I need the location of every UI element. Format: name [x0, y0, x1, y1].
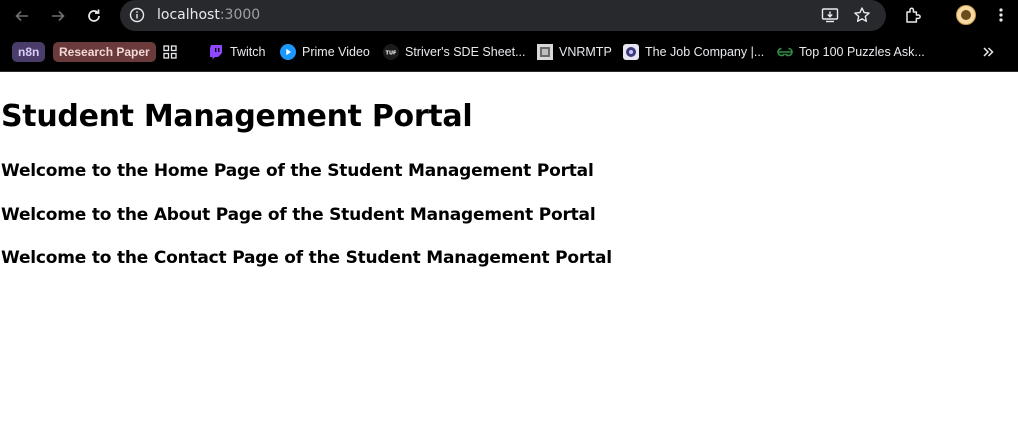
profile-avatar[interactable]	[956, 5, 976, 25]
menu-kebab-icon[interactable]	[990, 4, 1012, 26]
bookmark-label: n8n	[12, 42, 46, 62]
bookmark-apps[interactable]	[162, 41, 184, 63]
bookmark-research-paper[interactable]: Research Paper	[53, 41, 156, 63]
arrow-right-icon	[52, 10, 65, 22]
extensions-icon[interactable]	[902, 4, 924, 26]
page-content: Student Management Portal Welcome to the…	[0, 73, 1018, 421]
bookmark-job-company[interactable]: The Job Company |...	[623, 41, 764, 63]
about-welcome-heading: Welcome to the About Page of the Student…	[1, 205, 596, 225]
svg-text:TUF: TUF	[386, 51, 397, 57]
page-title: Student Management Portal	[1, 99, 473, 134]
prime-video-icon	[280, 44, 296, 60]
bookmark-label: Top 100 Puzzles Ask...	[799, 45, 925, 59]
site-info-icon[interactable]	[129, 7, 145, 23]
job-company-icon	[623, 44, 639, 60]
more-bookmarks-chevron-icon[interactable]	[979, 43, 997, 61]
bookmark-vnrmtp[interactable]: VNRMTP	[537, 41, 612, 63]
home-welcome-heading: Welcome to the Home Page of the Student …	[1, 161, 594, 181]
arrow-left-icon	[15, 10, 28, 22]
address-bar[interactable]: localhost:3000	[120, 0, 886, 31]
bookmarks-bar: n8n Research Paper Twitch Prime Video TU…	[0, 32, 1018, 72]
bookmark-label: Twitch	[230, 45, 266, 59]
bookmark-prime-video[interactable]: Prime Video	[280, 41, 370, 63]
gfg-icon	[777, 44, 793, 60]
url-text[interactable]: localhost:3000	[157, 6, 260, 24]
bookmark-label: Prime Video	[302, 45, 370, 59]
install-app-icon[interactable]	[820, 5, 840, 25]
bookmark-twitch[interactable]: Twitch	[208, 41, 265, 63]
vnrmtp-icon	[537, 44, 553, 60]
url-port: :3000	[219, 7, 261, 23]
bookmark-n8n[interactable]: n8n	[12, 41, 46, 63]
url-host: localhost	[157, 7, 220, 23]
bookmark-strivers-sde-sheet[interactable]: TUF Striver's SDE Sheet...	[383, 41, 525, 63]
contact-welcome-heading: Welcome to the Contact Page of the Stude…	[1, 248, 612, 268]
reload-icon	[88, 9, 100, 22]
bookmark-label: The Job Company |...	[645, 45, 765, 59]
tuf-icon: TUF	[383, 44, 399, 60]
apps-grid-icon	[162, 44, 178, 60]
bookmark-label: Research Paper	[53, 42, 156, 62]
forward-button[interactable]	[46, 4, 70, 28]
bookmark-star-icon[interactable]	[852, 5, 872, 25]
browser-toolbar: localhost:3000	[0, 0, 1018, 32]
reload-button[interactable]	[82, 4, 106, 28]
back-button[interactable]	[10, 4, 34, 28]
bookmark-top-100-puzzles[interactable]: Top 100 Puzzles Ask...	[777, 41, 925, 63]
bookmark-label: VNRMTP	[559, 45, 612, 59]
bookmark-label: Striver's SDE Sheet...	[405, 45, 526, 59]
twitch-icon	[208, 44, 224, 60]
